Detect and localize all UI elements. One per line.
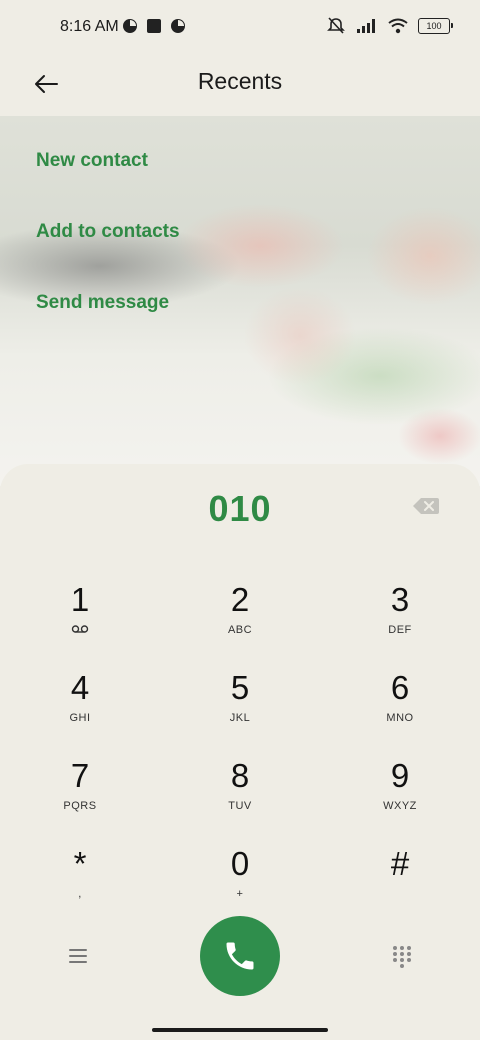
key-digit: 3 [390,581,410,618]
key-letters: MNO [386,712,414,724]
voicemail-icon [20,624,140,637]
square-notification-icon [147,19,161,33]
send-message-option[interactable]: Send message [36,292,169,314]
new-contact-option[interactable]: New contact [36,150,148,172]
key-letters: GHI [69,712,91,724]
system-status-icons: 100 [326,17,453,35]
battery-tip [451,23,453,28]
key-digit: 9 [390,757,410,794]
key-9[interactable]: 9 WXYZ [340,758,460,838]
key-7[interactable]: 7 PQRS [20,758,140,838]
page-title: Recents [197,68,283,94]
key-0[interactable]: 0 + [180,846,300,926]
key-digit: 1 [70,581,90,618]
muted-bell-icon [327,17,345,34]
key-6[interactable]: 6 MNO [340,670,460,750]
key-letters: DEF [388,624,412,636]
call-button[interactable] [200,916,280,996]
app-notification-icon [123,19,137,33]
key-digit: 6 [390,669,410,706]
key-1[interactable]: 1 [20,582,140,662]
key-star[interactable]: * , [20,846,140,926]
battery-indicator: 100 [418,18,453,34]
home-indicator[interactable] [152,1028,328,1032]
dialpad-button[interactable] [390,944,414,968]
key-digit: 4 [70,669,90,706]
signal-icon [357,19,375,33]
key-3[interactable]: 3 DEF [340,582,460,662]
key-digit: 5 [230,669,250,706]
dialpad-icon [393,946,411,968]
key-letters: JKL [229,712,251,724]
key-hash[interactable]: # [340,846,460,926]
dialed-number: 010 [208,488,272,529]
app-notification-icon-2 [171,19,185,33]
key-digit: 8 [230,757,250,794]
wifi-icon [388,18,408,34]
key-letters: WXYZ [383,800,417,812]
dial-panel: 010 1 2 ABC 3 DEF 4 GHI 5 JKL 6 MNO 7 PQ… [0,464,480,1020]
notification-icons [122,18,186,34]
status-time: 8:16 AM [60,18,119,35]
key-digit: * [73,845,87,882]
status-bar: 8:16 AM 100 [0,0,480,56]
app-bar: Recents [0,56,480,116]
key-2[interactable]: 2 ABC [180,582,300,662]
battery-level: 100 [426,21,442,31]
key-digit: 0 [230,845,250,882]
key-letters: TUV [228,800,252,812]
backspace-button[interactable] [412,496,440,516]
backspace-icon [413,498,439,514]
key-8[interactable]: 8 TUV [180,758,300,838]
phone-icon [226,942,254,970]
add-to-contacts-option[interactable]: Add to contacts [36,221,180,243]
key-letters: , [78,888,82,900]
menu-button[interactable] [66,944,90,968]
key-digit: # [390,845,410,882]
key-5[interactable]: 5 JKL [180,670,300,750]
key-letters: + [236,888,244,900]
key-digit: 2 [230,581,250,618]
menu-icon [69,949,87,963]
key-letters: PQRS [63,800,97,812]
key-4[interactable]: 4 GHI [20,670,140,750]
key-letters: ABC [227,624,253,636]
key-digit: 7 [70,757,90,794]
